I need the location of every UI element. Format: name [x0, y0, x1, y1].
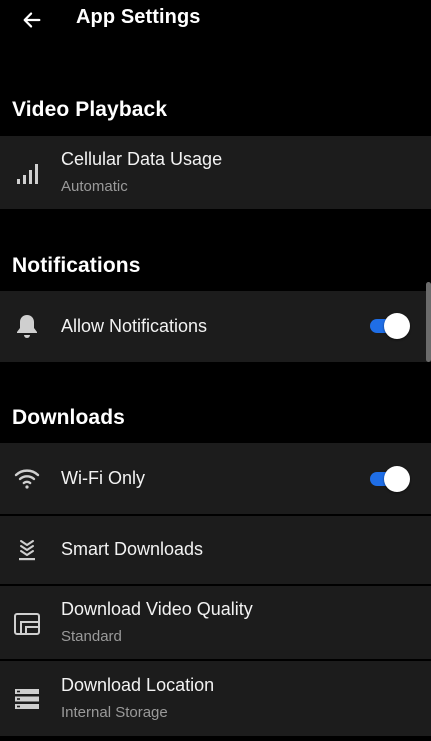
- setting-label: Cellular Data Usage: [61, 149, 223, 169]
- setting-label: Download Location: [61, 675, 215, 695]
- setting-smart-downloads[interactable]: Smart Downloads: [0, 516, 431, 584]
- arrow-left-icon: [23, 12, 41, 28]
- setting-label: Download Video Quality: [61, 599, 253, 619]
- setting-cellular-data-usage[interactable]: Cellular Data Usage Automatic: [0, 136, 431, 209]
- top-app-bar: App Settings: [0, 0, 431, 40]
- setting-label: Smart Downloads: [61, 539, 204, 559]
- setting-value: Standard: [61, 628, 122, 645]
- setting-allow-notifications[interactable]: Allow Notifications: [0, 291, 431, 362]
- setting-download-video-quality[interactable]: Download Video Quality Standard: [0, 586, 431, 659]
- section-title-downloads: Downloads: [12, 406, 125, 429]
- page-title: App Settings: [76, 6, 201, 28]
- app-settings-screen: App Settings Video Playback Cellular Dat…: [0, 0, 431, 741]
- smart-download-icon: [12, 535, 42, 565]
- scrollbar[interactable]: [426, 282, 431, 362]
- setting-value: Internal Storage: [61, 704, 168, 721]
- toggle-knob: [384, 313, 410, 339]
- wifi-only-toggle[interactable]: [370, 466, 410, 492]
- setting-wifi-only[interactable]: Wi-Fi Only: [0, 443, 431, 514]
- setting-download-location[interactable]: Download Location Internal Storage: [0, 661, 431, 736]
- bell-icon: [12, 311, 42, 341]
- setting-label: Wi-Fi Only: [61, 468, 145, 488]
- storage-icon: [12, 684, 42, 714]
- wifi-icon: [12, 463, 42, 493]
- video-quality-icon: [12, 609, 42, 639]
- section-title-notifications: Notifications: [12, 254, 141, 277]
- setting-label: Allow Notifications: [61, 316, 208, 336]
- section-title-video-playback: Video Playback: [12, 98, 168, 121]
- signal-bars-icon: [12, 159, 42, 189]
- toggle-knob: [384, 466, 410, 492]
- setting-value: Automatic: [61, 178, 128, 195]
- allow-notifications-toggle[interactable]: [370, 313, 410, 339]
- back-button[interactable]: [16, 4, 48, 36]
